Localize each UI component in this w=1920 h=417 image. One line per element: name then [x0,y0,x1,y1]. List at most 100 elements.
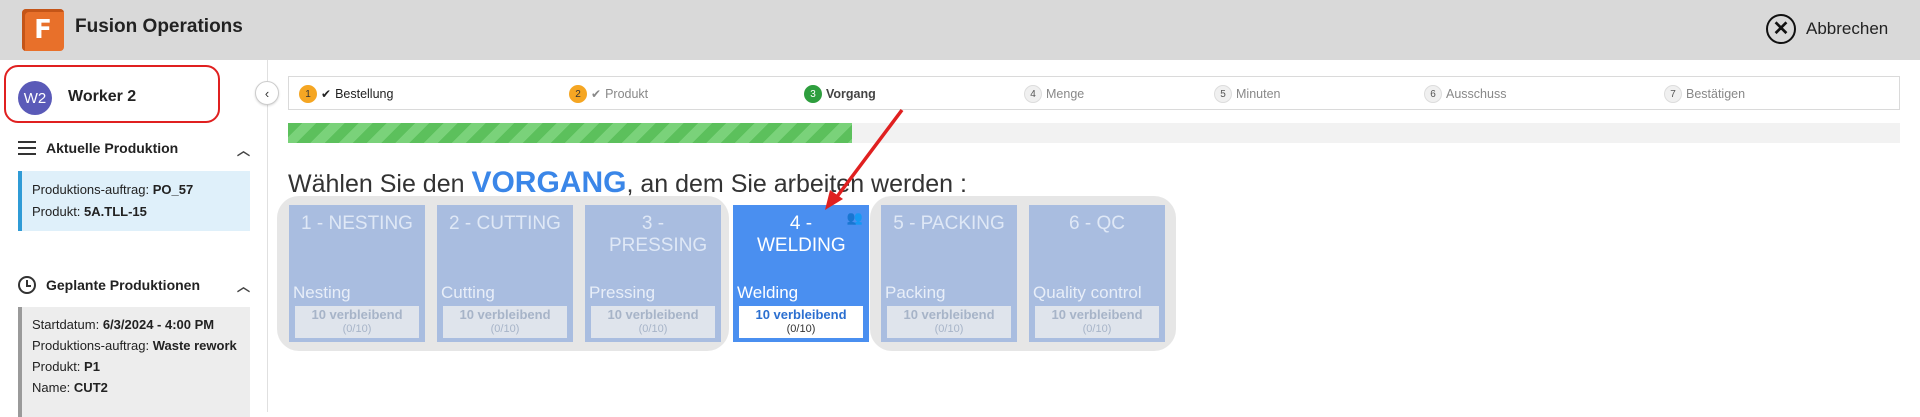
step-ausschuss[interactable]: 6 Ausschuss [1424,85,1506,103]
cancel-button[interactable]: ✕ Abbrechen [1766,14,1888,44]
step-label: Vorgang [826,87,876,101]
step-produkt[interactable]: 2 ✔ Produkt [569,85,648,103]
heading-suffix: , an dem Sie arbeiten werden : [626,170,967,198]
fusion-logo-icon: F [22,9,64,51]
step-label: Minuten [1236,87,1281,101]
operation-title: 1 - NESTING [301,213,413,234]
step-minuten[interactable]: 5 Minuten [1214,85,1280,103]
chevron-left-icon: ‹ [264,85,270,101]
menu-icon [18,141,36,155]
chevron-up-icon: ︿ [236,143,250,158]
order-row: Produktions-auftrag: PO_57 [32,179,240,201]
worker-name: Worker 2 [68,88,137,105]
check-icon: ✔ [321,87,332,101]
step-bestellung[interactable]: 1 ✔ Bestellung [299,85,393,103]
operation-status: 10 verbleibend (0/10) [739,306,863,338]
step-label: Bestätigen [1686,87,1746,101]
planned-product-row: Produkt: P1 [32,357,240,376]
operation-name: Packing [885,283,946,302]
operation-tile-nesting[interactable]: 1 - NESTING Nesting 10 verbleibend (0/10… [289,205,425,342]
step-number: 6 [1424,85,1442,103]
step-label: Ausschuss [1446,87,1507,101]
operation-status: 10 verbleibend (0/10) [443,306,567,338]
step-number: 4 [1024,85,1042,103]
remaining-text: 10 verbleibend [1051,307,1143,322]
operation-tile-qc[interactable]: 6 - QC Quality control 10 verbleibend (0… [1029,205,1165,342]
remaining-text: 10 verbleibend [311,307,403,322]
start-row: Startdatum: 6/3/2024 - 4:00 PM [32,315,240,334]
planned-production-card[interactable]: Startdatum: 6/3/2024 - 4:00 PM Produktio… [18,307,250,417]
wizard-stepper: 1 ✔ Bestellung 2 ✔ Produkt 3 Vorgang 4 M… [288,76,1900,110]
operation-title: 5 - PACKING [893,213,1005,234]
remaining-text: 10 verbleibend [903,307,995,322]
planned-extra-label: Name: [32,380,71,395]
count-text: (0/10) [342,323,372,335]
planned-order-value: Waste rework [152,338,237,353]
planned-production-header[interactable]: Geplante Produktionen ︿ [18,276,250,294]
page-title: Wählen Sie den VORGANG, an dem Sie arbei… [288,166,967,200]
current-production-heading: Aktuelle Produktion [46,140,179,156]
order-label: Produktions-auftrag: [32,182,150,197]
planned-order-label: Produktions-auftrag: [32,338,150,353]
sidebar: W2 Worker 2 Aktuelle Produktion ︿ Produk… [0,60,268,417]
step-bestaetigen[interactable]: 7 Bestätigen [1664,85,1745,103]
step-vorgang[interactable]: 3 Vorgang [804,85,876,103]
cancel-label: Abbrechen [1806,19,1889,38]
remaining-text: 10 verbleibend [755,307,847,322]
step-number: 5 [1214,85,1232,103]
count-text: (0/10) [1082,323,1112,335]
operation-status: 10 verbleibend (0/10) [887,306,1011,338]
operation-status: 10 verbleibend (0/10) [591,306,715,338]
current-production-card[interactable]: Produktions-auftrag: PO_57 Produkt: 5A.T… [18,171,250,231]
top-bar: F Fusion Operations ✕ Abbrechen [0,0,1920,60]
step-number: 2 [569,85,587,103]
close-circle-icon: ✕ [1766,14,1796,44]
operation-name: Pressing [589,283,656,302]
operation-name: Quality control [1033,283,1142,302]
operation-tile-cutting[interactable]: 2 - CUTTING Cutting 10 verbleibend (0/10… [437,205,573,342]
operation-tile-welding[interactable]: 👥 4 - WELDING Welding 10 verbleibend (0/… [733,205,869,342]
check-icon: ✔ [591,87,602,101]
worker-card[interactable]: W2 Worker 2 [4,65,220,123]
app-title: Fusion Operations [75,16,243,37]
order-value: PO_57 [152,182,194,197]
count-text: (0/10) [490,323,520,335]
operation-name: Cutting [441,283,495,302]
planned-extra-value: CUT2 [73,380,108,395]
heading-prefix: Wählen Sie den [288,170,472,198]
count-text: (0/10) [786,323,816,335]
planned-product-value: P1 [84,359,100,374]
start-value: 6/3/2024 - 4:00 PM [102,317,215,332]
operation-tile-packing[interactable]: 5 - PACKING Packing 10 verbleibend (0/10… [881,205,1017,342]
count-text: (0/10) [934,323,964,335]
people-icon: 👥 [846,210,863,225]
product-value: 5A.TLL-15 [84,204,147,219]
step-label: Menge [1046,87,1085,101]
count-text: (0/10) [638,323,668,335]
remaining-text: 10 verbleibend [607,307,699,322]
progress-bar [288,123,1900,143]
current-production-header[interactable]: Aktuelle Produktion ︿ [18,140,250,158]
heading-keyword: VORGANG [471,166,627,199]
operation-title: 2 - CUTTING [449,213,561,234]
avatar: W2 [18,81,52,115]
clock-icon [18,276,36,294]
operation-title: 4 - WELDING [757,213,846,256]
step-number: 7 [1664,85,1682,103]
operation-status: 10 verbleibend (0/10) [295,306,419,338]
step-label: Bestellung [335,87,394,101]
sidebar-collapse-button[interactable]: ‹ [255,81,279,105]
planned-extra-row: Name: CUT2 [32,378,240,397]
operation-tile-pressing[interactable]: 3 - PRESSING Pressing 10 verbleibend (0/… [585,205,721,342]
operation-status: 10 verbleibend (0/10) [1035,306,1159,338]
operation-title: 6 - QC [1069,213,1125,234]
step-number: 1 [299,85,317,103]
operation-name: Nesting [293,283,351,302]
start-label: Startdatum: [32,317,100,332]
planned-production-heading: Geplante Produktionen [46,277,201,293]
step-number: 3 [804,85,822,103]
planned-product-label: Produkt: [32,359,81,374]
product-row: Produkt: 5A.TLL-15 [32,201,240,223]
step-menge[interactable]: 4 Menge [1024,85,1084,103]
remaining-text: 10 verbleibend [459,307,551,322]
